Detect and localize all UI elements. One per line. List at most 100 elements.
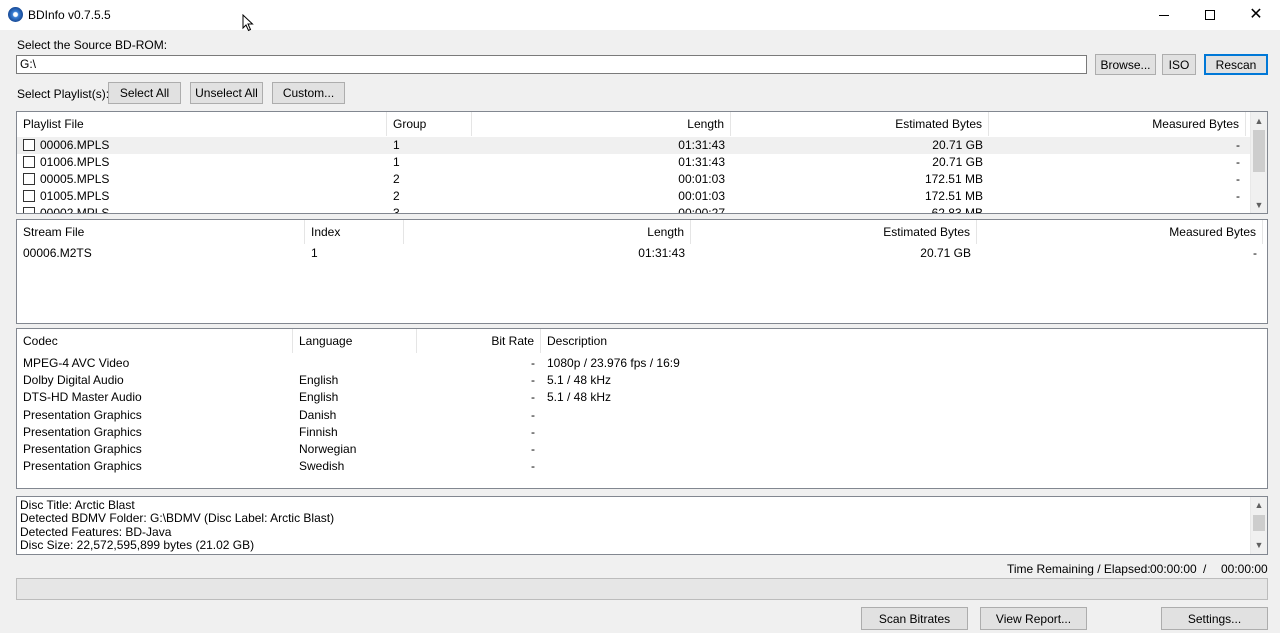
codec-description-cell xyxy=(541,407,1241,424)
playlist-length-cell: 01:31:43 xyxy=(678,138,725,152)
codec-name-cell: Presentation Graphics xyxy=(23,424,142,439)
custom-button[interactable]: Custom... xyxy=(272,82,345,104)
codec-row[interactable]: DTS-HD Master Audio English -5.1 / 48 kHz xyxy=(17,389,1267,406)
col-codec[interactable]: Codec xyxy=(17,329,293,353)
scroll-up-icon[interactable]: ▲ xyxy=(1251,112,1267,129)
playlist-file-name: 01005.MPLS xyxy=(40,189,110,203)
scan-progress-bar xyxy=(16,578,1268,600)
codec-description-cell: 5.1 / 48 kHz xyxy=(547,390,612,405)
codec-description-cell xyxy=(541,424,1241,441)
close-button[interactable]: ✕ xyxy=(1233,0,1279,30)
col-measured-bytes[interactable]: Measured Bytes xyxy=(989,112,1246,136)
scroll-down-icon[interactable]: ▼ xyxy=(1251,196,1267,213)
unselect-all-button[interactable]: Unselect All xyxy=(190,82,263,104)
playlist-estimated-cell: 20.71 GB xyxy=(932,155,983,169)
playlist-length-cell: 00:00:27 xyxy=(678,206,725,214)
rescan-button[interactable]: Rescan xyxy=(1204,54,1268,75)
col-language[interactable]: Language xyxy=(293,329,417,353)
playlist-row[interactable]: 01006.MPLS 1 01:31:43 20.71 GB - xyxy=(17,154,1250,171)
playlist-measured-cell: - xyxy=(1236,155,1240,169)
col-bit-rate[interactable]: Bit Rate xyxy=(417,329,541,353)
col-index[interactable]: Index xyxy=(305,220,404,244)
playlist-checkbox[interactable] xyxy=(23,173,35,185)
col-playlist-file[interactable]: Playlist File xyxy=(17,112,387,136)
col-description[interactable]: Description xyxy=(541,329,1267,353)
playlist-row[interactable]: 00006.MPLS 1 01:31:43 20.71 GB - xyxy=(17,137,1250,154)
iso-button[interactable]: ISO xyxy=(1162,54,1196,75)
settings-button[interactable]: Settings... xyxy=(1161,607,1268,630)
info-scrollbar[interactable]: ▲ ▼ xyxy=(1250,497,1267,554)
playlist-measured-cell: - xyxy=(1236,172,1240,186)
codec-name-cell: MPEG-4 AVC Video xyxy=(23,356,130,370)
select-all-button[interactable]: Select All xyxy=(108,82,181,104)
bluray-disc-icon xyxy=(8,7,23,22)
minimize-icon xyxy=(1159,14,1169,16)
codec-row[interactable]: Presentation Graphics Finnish - xyxy=(17,424,1267,441)
codec-bitrate-cell: - xyxy=(531,356,535,370)
playlist-row[interactable]: 00002.MPLS 3 00:00:27 62.83 MB - xyxy=(17,205,1250,214)
playlist-checkbox[interactable] xyxy=(23,156,35,168)
playlist-list[interactable]: Playlist File Group Length Estimated Byt… xyxy=(16,111,1268,214)
codec-description-cell: 1080p / 23.976 fps / 16:9 xyxy=(547,356,680,370)
playlist-group-cell: 1 xyxy=(393,155,400,169)
disc-info-line: Disc Size: 22,572,595,899 bytes (21.02 G… xyxy=(20,538,255,553)
maximize-button[interactable] xyxy=(1187,0,1233,30)
playlist-measured-cell: - xyxy=(1236,206,1240,214)
codec-row[interactable]: Presentation Graphics Norwegian - xyxy=(17,441,1267,458)
playlist-length-cell: 01:31:43 xyxy=(678,155,725,169)
codec-name-cell: Dolby Digital Audio xyxy=(23,373,124,388)
scroll-thumb[interactable] xyxy=(1253,130,1265,172)
col-estimated-bytes[interactable]: Estimated Bytes xyxy=(731,112,989,136)
playlist-file-name: 01006.MPLS xyxy=(40,155,110,169)
stream-row[interactable]: 00006.M2TS 1 01:31:43 20.71 GB - xyxy=(17,245,1267,262)
codec-list[interactable]: Codec Language Bit Rate Description MPEG… xyxy=(16,328,1268,489)
minimize-button[interactable] xyxy=(1141,0,1187,30)
codec-row[interactable]: MPEG-4 AVC Video -1080p / 23.976 fps / 16… xyxy=(17,355,1267,372)
codec-name-cell: DTS-HD Master Audio xyxy=(23,390,142,405)
playlist-checkbox[interactable] xyxy=(23,190,35,202)
scroll-down-icon[interactable]: ▼ xyxy=(1251,537,1267,554)
playlist-scrollbar[interactable]: ▲ ▼ xyxy=(1250,112,1267,213)
codec-language-cell: Danish xyxy=(299,407,337,422)
stream-list[interactable]: Stream File Index Length Estimated Bytes… xyxy=(16,219,1268,324)
browse-button[interactable]: Browse... xyxy=(1095,54,1156,75)
disc-info-line: Disc Title: Arctic Blast xyxy=(20,498,135,512)
codec-bitrate-cell: - xyxy=(531,442,535,456)
scan-bitrates-button[interactable]: Scan Bitrates xyxy=(861,607,968,630)
scroll-up-icon[interactable]: ▲ xyxy=(1251,497,1267,514)
playlist-file-cell: 00006.MPLS xyxy=(17,137,387,154)
source-path-input[interactable]: G:\ xyxy=(16,55,1087,74)
codec-language-cell: Swedish xyxy=(299,459,345,474)
col-stream-measured-bytes[interactable]: Measured Bytes xyxy=(977,220,1263,244)
playlist-group-cell: 2 xyxy=(393,189,400,203)
codec-name-cell: Presentation Graphics xyxy=(23,442,142,456)
scroll-thumb[interactable] xyxy=(1253,515,1265,531)
playlist-row[interactable]: 01005.MPLS 2 00:01:03 172.51 MB - xyxy=(17,188,1250,205)
playlist-checkbox[interactable] xyxy=(23,207,35,213)
disc-info-box[interactable]: Disc Title: Arctic Blast Detected BDMV Fo… xyxy=(16,496,1268,555)
view-report-button[interactable]: View Report... xyxy=(980,607,1087,630)
col-stream-length[interactable]: Length xyxy=(404,220,691,244)
col-stream-file[interactable]: Stream File xyxy=(17,220,305,244)
playlist-file-name: 00005.MPLS xyxy=(40,172,110,186)
title-bar: BDInfo v0.7.5.5 ✕ xyxy=(0,0,1280,30)
playlist-row[interactable]: 00005.MPLS 2 00:01:03 172.51 MB - xyxy=(17,171,1250,188)
playlist-file-cell: 01006.MPLS xyxy=(17,154,387,171)
playlist-checkbox[interactable] xyxy=(23,139,35,151)
playlist-group-cell: 2 xyxy=(393,172,400,186)
codec-description-cell xyxy=(541,458,1241,475)
codec-row[interactable]: Dolby Digital Audio English -5.1 / 48 kHz xyxy=(17,372,1267,389)
stream-estimated-cell: 20.71 GB xyxy=(920,246,971,260)
playlist-file-cell: 00005.MPLS xyxy=(17,171,387,188)
select-playlists-label: Select Playlist(s): xyxy=(17,87,110,101)
col-length[interactable]: Length xyxy=(472,112,731,136)
window-title: BDInfo v0.7.5.5 xyxy=(28,8,111,22)
col-group[interactable]: Group xyxy=(387,112,472,136)
playlist-group-cell: 1 xyxy=(393,138,400,152)
playlist-estimated-cell: 62.83 MB xyxy=(931,206,983,214)
col-stream-estimated-bytes[interactable]: Estimated Bytes xyxy=(691,220,977,244)
codec-row[interactable]: Presentation Graphics Danish - xyxy=(17,407,1267,424)
codec-language-cell: Finnish xyxy=(299,424,338,439)
codec-row[interactable]: Presentation Graphics Swedish - xyxy=(17,458,1267,475)
maximize-icon xyxy=(1205,10,1215,20)
